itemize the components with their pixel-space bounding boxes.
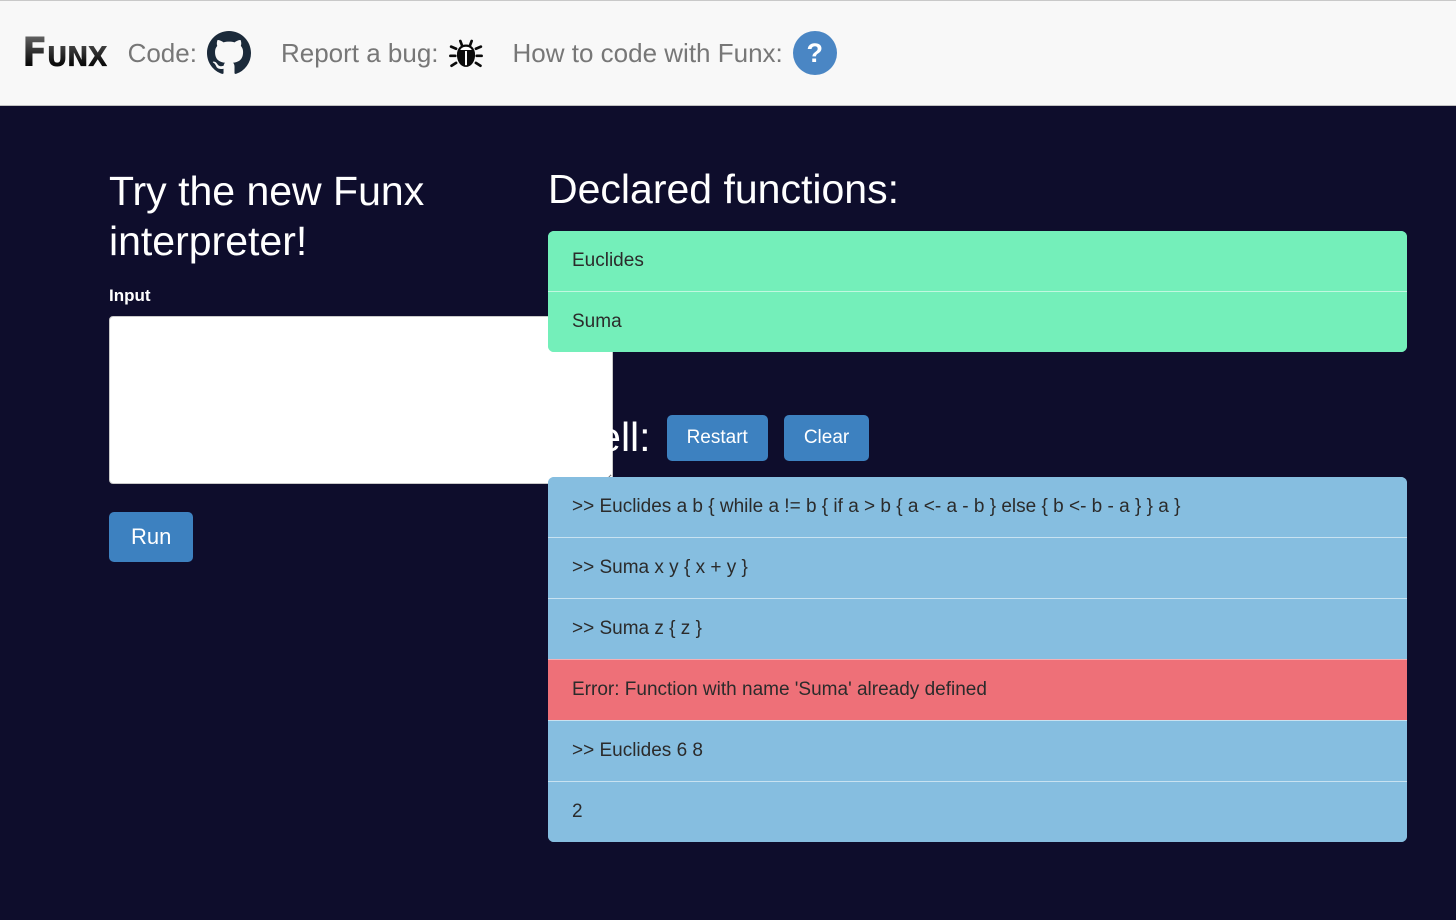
- nav-item-report-bug[interactable]: Report a bug:: [281, 33, 483, 73]
- nav-item-how-to-code[interactable]: How to code with Funx: ?: [513, 31, 837, 75]
- main-content: Try the new Funx interpreter! Input Run …: [0, 106, 1456, 842]
- declared-function-item[interactable]: Euclides: [548, 231, 1407, 291]
- restart-button[interactable]: Restart: [666, 414, 768, 461]
- shell-header: Shell: Restart Clear: [548, 414, 1407, 461]
- help-icon[interactable]: ?: [792, 31, 837, 75]
- shell-output-line: >> Suma z { z }: [548, 598, 1407, 659]
- code-input[interactable]: [109, 316, 613, 485]
- funx-logo[interactable]: Funx: [22, 33, 108, 73]
- nav-label-report-bug: Report a bug:: [280, 37, 439, 68]
- shell-title: Shell:: [548, 414, 651, 460]
- nav-label-code: Code:: [127, 37, 197, 68]
- shell-output-line: >> Suma x y { x + y }: [548, 537, 1407, 598]
- clear-button[interactable]: Clear: [783, 414, 870, 461]
- github-icon[interactable]: [206, 31, 251, 75]
- page-title: Try the new Funx interpreter!: [109, 168, 425, 265]
- shell-output-line: >> Euclides a b { while a != b { if a > …: [548, 477, 1407, 537]
- bug-icon[interactable]: [448, 33, 483, 73]
- interpreter-panel: Try the new Funx interpreter! Input Run: [0, 166, 613, 842]
- shell-output-list: >> Euclides a b { while a != b { if a > …: [548, 477, 1407, 842]
- input-label: Input: [109, 286, 151, 306]
- declared-functions-list: Euclides Suma: [548, 231, 1407, 352]
- nav-item-code[interactable]: Code:: [128, 31, 251, 75]
- shell-output-line: >> Euclides 6 8: [548, 720, 1407, 781]
- declared-functions-title: Declared functions:: [548, 166, 899, 212]
- nav-label-how-to-code: How to code with Funx:: [512, 37, 783, 68]
- shell-error-line: Error: Function with name 'Suma' already…: [548, 659, 1407, 720]
- run-button[interactable]: Run: [109, 512, 194, 563]
- top-navbar: Funx Code: Report a bug: How to code wit…: [0, 0, 1456, 106]
- output-panel: Declared functions: Euclides Suma Shell: …: [548, 166, 1456, 842]
- shell-output-line: 2: [548, 781, 1407, 842]
- declared-function-item[interactable]: Suma: [548, 291, 1407, 352]
